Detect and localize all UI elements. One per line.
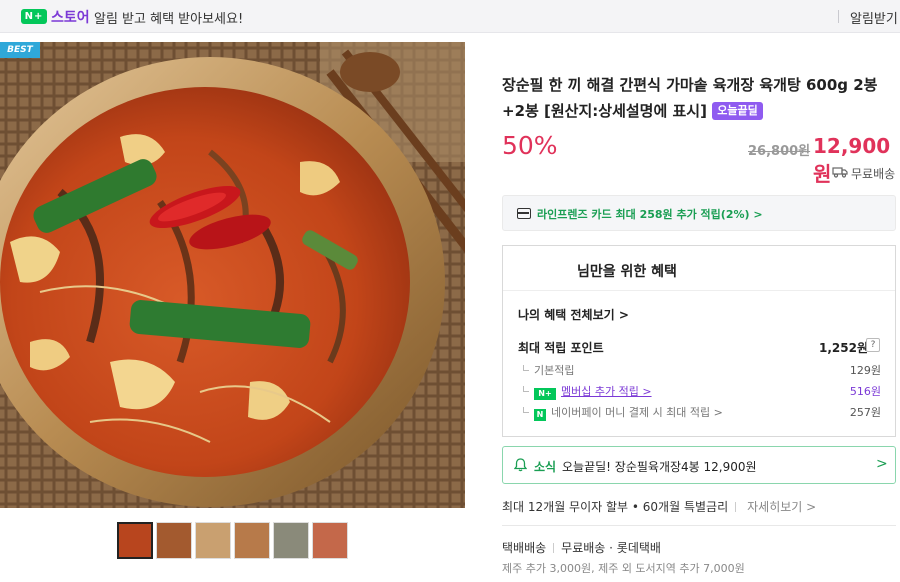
today-deal-badge: 오늘끝딜	[712, 102, 763, 120]
news-banner[interactable]: 소식 오늘끝딜! 장순필육개장4봉 12,900원 >	[502, 446, 896, 484]
help-icon[interactable]: ?	[866, 338, 880, 352]
installment-text: 최대 12개월 무이자 할부 • 60개월 특별금리	[502, 500, 729, 514]
separator	[553, 543, 555, 553]
section-divider	[502, 525, 896, 526]
separator	[735, 502, 737, 512]
naver-plus-membership-icon: N+	[534, 388, 556, 400]
delivery-carrier: 롯데택배	[616, 541, 661, 555]
notification-promo-text: 알림 받고 혜택 받아보세요!	[94, 12, 244, 27]
store-logo-text[interactable]: 스토어	[51, 7, 90, 27]
news-label: 소식	[534, 460, 557, 474]
delivery-extra-fee: 제주 추가 3,000원, 제주 외 도서지역 추가 7,000원	[502, 562, 745, 575]
npay-point-value: 257원	[849, 406, 881, 419]
benefits-divider	[503, 290, 895, 291]
top-banner: N+ 스토어 알림 받고 혜택 받아보세요! 알림받기	[0, 0, 900, 33]
card-benefit-text: 라인프렌즈 카드 최대 258원 추가 적립(2%) >	[537, 208, 763, 221]
thumbnail-4[interactable]	[234, 522, 270, 559]
basic-point-label: 기본적립	[534, 364, 575, 377]
delivery-method: 택배배송	[502, 541, 547, 555]
installment-details-link[interactable]: 자세히보기 >	[747, 500, 816, 514]
delivery-fee: 무료배송	[561, 541, 606, 555]
max-point-value: 1,252원	[819, 341, 868, 355]
view-all-benefits-link[interactable]: 나의 혜택 전체보기 >	[518, 306, 629, 323]
card-benefit-banner[interactable]: 라인프렌즈 카드 최대 258원 추가 적립(2%) >	[502, 195, 896, 231]
thumbnail-6[interactable]	[312, 522, 348, 559]
naver-plus-logo-icon[interactable]: N+	[21, 9, 47, 24]
news-text: 오늘끝딜! 장순필육개장4봉 12,900원	[562, 460, 757, 474]
basic-point-value: 129원	[849, 364, 881, 377]
truck-icon	[832, 167, 848, 178]
product-main-image[interactable]: BEST	[0, 42, 465, 508]
top-divider	[838, 10, 839, 23]
tree-branch-icon	[523, 386, 529, 392]
thumbnail-1[interactable]	[117, 522, 153, 559]
thumbnail-2[interactable]	[156, 522, 192, 559]
membership-point-value: 516원	[849, 385, 881, 398]
original-price: 26,800원	[748, 144, 811, 159]
notification-subscribe-link[interactable]: 알림받기	[850, 8, 898, 27]
tree-branch-icon	[523, 407, 529, 413]
discount-rate: 50%	[502, 131, 558, 160]
membership-point-link[interactable]: 멤버십 추가 적립 >	[561, 385, 652, 398]
installment-info: 최대 12개월 무이자 할부 • 60개월 특별금리 자세히보기 >	[502, 498, 816, 515]
npay-point-link[interactable]: 네이버페이 머니 결제 시 최대 적립 >	[551, 406, 723, 419]
benefits-box: 님만을 위한 혜택 나의 혜택 전체보기 > 최대 적립 포인트 1,252원 …	[502, 245, 896, 437]
best-badge: BEST	[0, 42, 40, 58]
npay-point-row: N 네이버페이 머니 결제 시 최대 적립 >	[523, 404, 723, 421]
naver-pay-icon: N	[534, 409, 546, 421]
free-shipping-label: 무료배송	[851, 167, 896, 181]
thumbnail-5[interactable]	[273, 522, 309, 559]
benefits-heading: 님만을 위한 혜택	[577, 264, 677, 280]
delivery-info: 택배배송 무료배송 · 롯데택배	[502, 541, 661, 555]
thumbnail-3[interactable]	[195, 522, 231, 559]
tree-branch-icon	[523, 365, 529, 371]
credit-card-icon	[517, 208, 531, 219]
product-title: 장순필 한 끼 해결 간편식 가마솥 육개장 육개탕 600g 2봉+2봉 [원…	[502, 72, 897, 124]
yukgaejang-photo-icon	[0, 42, 465, 508]
bell-icon	[514, 458, 527, 472]
membership-point-row: N+ 멤버십 추가 적립 >	[523, 383, 652, 400]
product-info-panel: 장순필 한 끼 해결 간편식 가마솥 육개장 육개탕 600g 2봉+2봉 [원…	[465, 42, 900, 582]
max-point-label: 최대 적립 포인트	[518, 341, 604, 355]
basic-point-row: 기본적립	[523, 362, 574, 378]
chevron-right-icon: >	[876, 456, 888, 472]
product-title-text: 장순필 한 끼 해결 간편식 가마솥 육개장 육개탕 600g 2봉+2봉 [원…	[502, 76, 878, 120]
